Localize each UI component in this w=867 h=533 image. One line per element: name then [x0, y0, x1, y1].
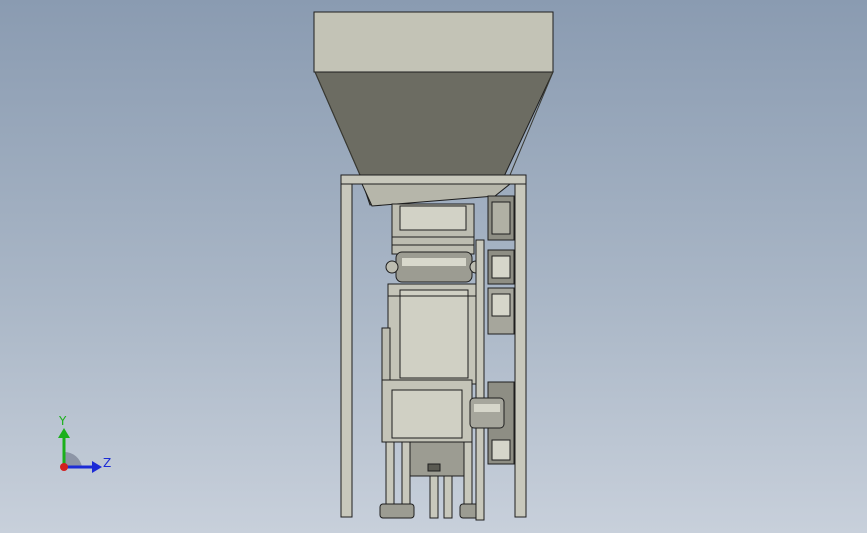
lower-leg-4 [443, 475, 453, 519]
y-axis-arrowhead [58, 428, 70, 438]
cad-viewport[interactable]: Y Z [0, 0, 867, 533]
hopper-top [313, 11, 554, 73]
side-plate [381, 327, 391, 389]
side-rail [475, 239, 485, 521]
coordinate-triad [58, 428, 102, 473]
frame-leg-right [514, 182, 527, 518]
machine-model[interactable] [0, 0, 867, 533]
chute-upper-inner [399, 205, 467, 231]
frame-top-beam [340, 174, 527, 185]
z-axis-arrowhead [92, 461, 102, 473]
motor-mid-1-detail [491, 255, 511, 279]
motor-shaft-highlight [474, 404, 500, 412]
roller-hub-left [385, 260, 399, 274]
lower-housing-panel [391, 389, 463, 439]
y-axis-label: Y [59, 414, 67, 428]
foot-left [379, 503, 415, 519]
x-axis-dot [60, 463, 68, 471]
roller-highlight [402, 258, 466, 266]
lower-leg-3 [429, 475, 439, 519]
motor-top-detail [491, 201, 511, 235]
frame-leg-left [340, 182, 353, 518]
motor-lower-detail [491, 439, 511, 461]
roller [395, 251, 473, 283]
motor-shaft [469, 397, 505, 429]
motor-mid-2-detail [491, 293, 511, 317]
discharge-slot [427, 463, 441, 472]
z-axis-label: Z [103, 456, 112, 470]
chute-body-panel [399, 289, 469, 379]
